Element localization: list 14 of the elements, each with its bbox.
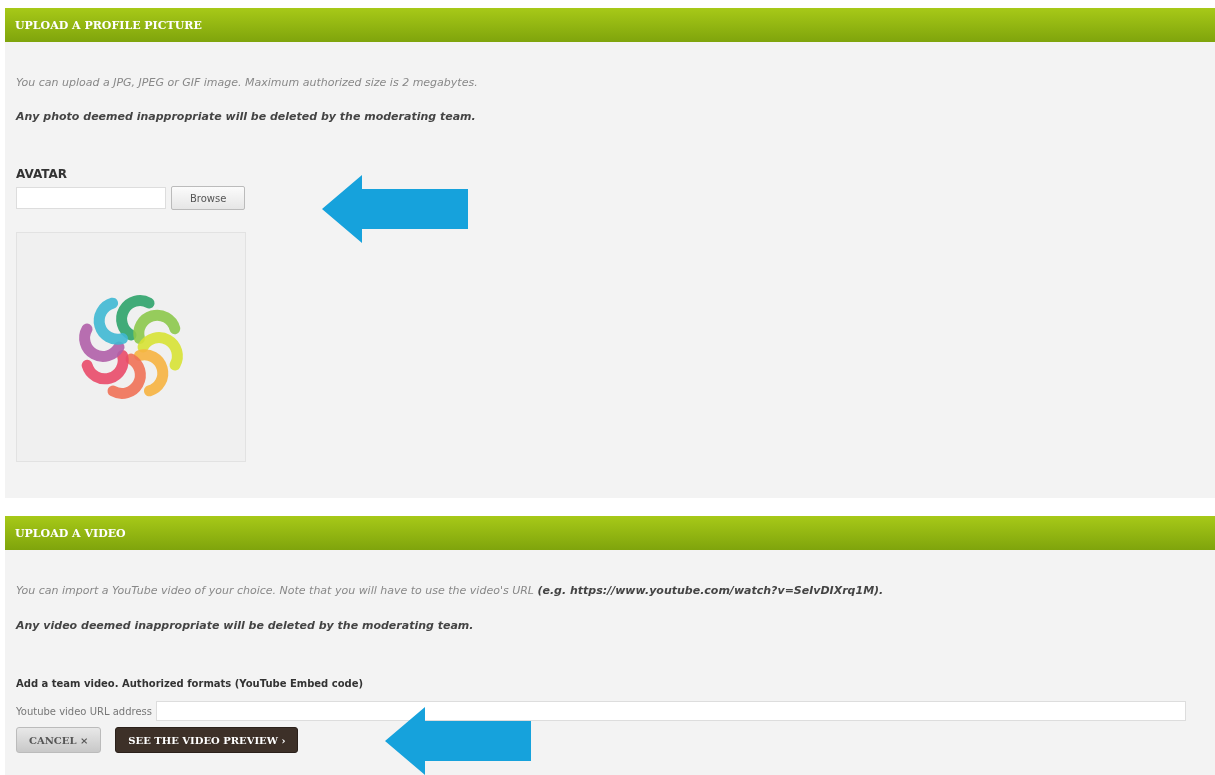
info-text: You can import a YouTube video of your choice. Note that you will have to use the video's URL (e.g. https://www.youtube.com/watch?v=SeIvDIXrq1M). xyxy=(16,583,885,597)
section-title: UPLOAD A VIDEO xyxy=(15,526,126,540)
warning-text: Any video deemed inappropriate will be deleted by the moderating team. xyxy=(16,618,475,632)
preview-button[interactable]: SEE THE VIDEO PREVIEW › xyxy=(115,727,299,753)
url-field[interactable] xyxy=(156,701,1186,721)
form-label: Add a team video. Authorized formats (YouTube Embed code) xyxy=(16,678,364,689)
section-title: UPLOAD A PROFILE PICTURE xyxy=(15,18,202,32)
file-field[interactable] xyxy=(16,187,166,209)
field-label: AVATAR xyxy=(16,167,68,181)
browse-button[interactable]: Browse xyxy=(171,186,246,210)
warning-text: Any photo deemed inappropriate will be deleted by the moderating team. xyxy=(16,109,477,123)
cancel-button[interactable]: CANCEL × xyxy=(16,727,102,753)
field-label: Youtube video URL address xyxy=(16,705,152,717)
info-text: You can upload a JPG, JPEG or GIF image. Maximum authorized size is 2 megabytes. xyxy=(16,75,479,89)
